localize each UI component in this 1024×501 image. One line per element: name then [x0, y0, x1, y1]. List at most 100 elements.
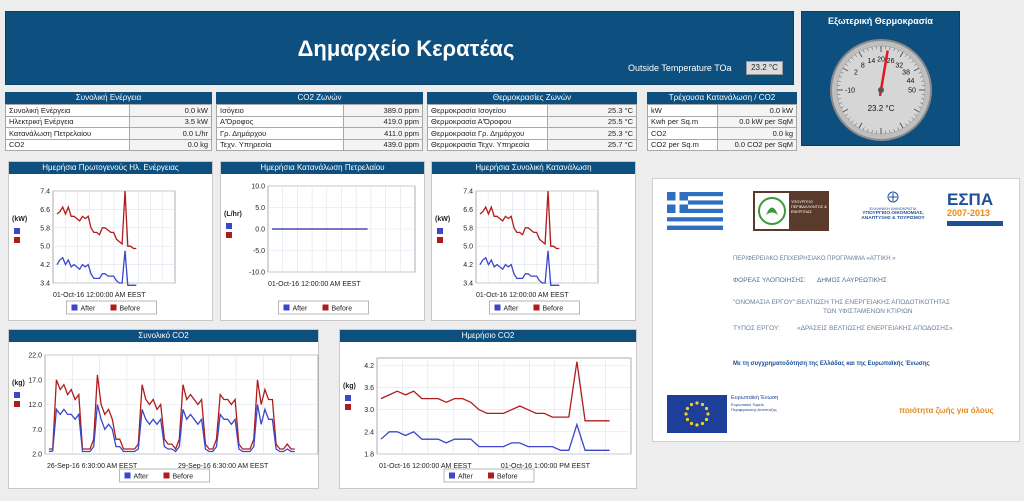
chart-title: Συνολικό CO2 [9, 330, 318, 342]
series-swatch-after [14, 392, 20, 398]
gauge-tick-label: 14 [868, 58, 876, 65]
y-tick-label: 5.8 [463, 225, 473, 232]
row-label: Ισόγειο [216, 104, 344, 117]
y-tick-label: 3.0 [364, 407, 374, 414]
ministry-name: ΥΠΟΥΡΓΕΙΟ ΠΕΡΙΒΑΛΛΟΝΤΟΣ & ΕΝΕΡΓΕΙΑΣ [791, 200, 827, 214]
legend-label-before: Before [543, 306, 564, 313]
implementing-body-value: ΔΗΜΟΣ ΛΑΥΡΕΩΤΙΚΗΣ [817, 277, 887, 284]
row-value: 25.3 °C [547, 127, 637, 140]
daily-co2-chart-panel: Ημερήσιο CO2 4.2 3.6 3.0 2.4 1.8 (kg) 01-Oct-1… [339, 329, 637, 489]
project-name-label: "ΟΝΟΜΑΣΙΑ ΕΡΓΟΥ": [733, 299, 798, 306]
eu-star-icon [695, 423, 699, 427]
row-value: 0.0 L/hr [129, 127, 212, 140]
row-label: Α'Όροφος [216, 115, 344, 128]
table-row: Γρ. Δημάρχου 411.0 ppm [216, 127, 423, 140]
y-axis-label: (L/hr) [224, 211, 242, 218]
y-tick-label: 7.4 [463, 189, 473, 196]
cofunding-note: Με τη συγχρηματοδότηση της Ελλάδας και τ… [733, 361, 930, 367]
y-axis-label: (kW) [435, 216, 450, 223]
outside-temperature-label: Outside Temperature TOa [628, 63, 732, 73]
chart-title: Ημερήσια Πρωτογενούς Ηλ. Ενέργειας [9, 162, 212, 174]
y-tick-label: 4.2 [40, 262, 50, 269]
outside-temperature-value: 23.2 °C [746, 61, 783, 75]
project-name-line1: ΒΕΛΤΙΩΣΗ ΤΗΣ ΕΝΕΡΓΕΙΑΚΗΣ ΑΠΟΔΟΤΙΚΟΤΗΤΑΣ [797, 299, 950, 306]
row-label: Kwh per Sq.m [647, 115, 718, 128]
table-row: kW 0.0 kW [647, 104, 797, 117]
project-info-panel: ΥΠΟΥΡΓΕΙΟ ΠΕΡΙΒΑΛΛΟΝΤΟΣ & ΕΝΕΡΓΕΙΑΣ ΕΛΛΗ… [652, 178, 1020, 442]
row-label: CO2 per Sq.m [647, 138, 718, 151]
legend-swatch-before [533, 304, 540, 311]
legend-label-after: After [134, 474, 149, 481]
row-label: Θερμοκρασία Γρ. Δημάρχου [427, 127, 548, 140]
eu-star-icon [685, 406, 690, 411]
eu-line3: Περιφερειακής Ανάπτυξης [731, 407, 777, 412]
legend-swatch-after [494, 304, 501, 311]
zone-temperatures-panel: Θερμοκρασίες Ζωνών Θερμοκρασία Ισογείου 2… [427, 92, 637, 151]
row-value: 411.0 ppm [343, 127, 423, 140]
table-row: CO2 0.0 kg [5, 138, 212, 151]
eu-star-icon [684, 412, 688, 416]
y-tick-label: 5.0 [40, 244, 50, 251]
y-tick-label: 7.4 [40, 189, 50, 196]
project-type-value: «ΔΡΑΣΕΙΣ ΒΕΛΤΙΩΣΗΣ ΕΝΕΡΓΕΙΑΚΗΣ ΑΠΟΔΟΣΗΣ» [797, 325, 953, 332]
eu-star-icon [700, 421, 705, 426]
implementing-body-label: ΦΟΡΕΑΣ ΥΛΟΠΟΙΗΣΗΣ: [733, 277, 806, 284]
chart-title: Ημερήσιο CO2 [340, 330, 636, 342]
row-value: 25.5 °C [547, 115, 637, 128]
row-label: Θερμοκρασία Ισογείου [427, 104, 548, 117]
eu-line1: Ευρωπαϊκή Ένωση [731, 395, 779, 401]
row-value: 0.0 kW [129, 104, 212, 117]
header-banner: Δημαρχείο Κερατέας Outside Temperature T… [5, 11, 794, 85]
eu-star-icon [685, 417, 690, 422]
row-value: 419.0 ppm [343, 115, 423, 128]
row-value: 0.0 kg [717, 127, 797, 140]
table-row: Kwh per Sq.m 0.0 kW per SqM [647, 115, 797, 128]
table-row: CO2 per Sq.m 0.0 CO2 per SqM [647, 138, 797, 151]
table-row: CO2 0.0 kg [647, 127, 797, 140]
legend-swatch-before [110, 304, 117, 311]
eu-star-icon [704, 406, 709, 411]
y-tick-label: 4.2 [364, 363, 374, 370]
legend-swatch-after [124, 472, 131, 479]
x-tick-label: 01-Oct-16 12:00:00 AM EEST [53, 292, 146, 299]
y-tick-label: 17.0 [28, 377, 42, 384]
y-tick-label: 2.0 [32, 452, 42, 459]
row-label: Θερμοκρασία Τεχν. Υπηρεσία [427, 138, 548, 151]
y-tick-label: 5.0 [463, 244, 473, 251]
legend-swatch-before [322, 304, 329, 311]
y-tick-label: 10.0 [251, 184, 265, 191]
co2-zones-table: Ισόγειο 389.0 ppm Α'Όροφος 419.0 ppm Γρ. Δ… [216, 104, 423, 151]
y-tick-label: 3.6 [364, 385, 374, 392]
total-co2-chart: 22.017.012.07.02.0(kg)26-Sep-16 6:30:00 … [12, 353, 319, 483]
table-row: Τεχν. Υπηρεσία 439.0 ppm [216, 138, 423, 151]
greek-emblem-icon [887, 191, 899, 203]
outside-temperature-gauge-panel: Εξωτερική Θερμοκρασία -10 2 8 20 32 44 50 38 26 1… [801, 11, 960, 146]
current-consumption-table: kW 0.0 kW Kwh per Sq.m 0.0 kW per SqM CO2 0… [647, 104, 797, 151]
total-consumption-chart-panel: Ημερήσια Συνολική Κατανάλωση 7.4 6.6 5.8 5.… [431, 161, 636, 321]
temperature-gauge: -102820324450382614 23.2 °C [830, 39, 932, 141]
row-value: 389.0 ppm [343, 104, 423, 117]
gauge-value-label: 23.2 °C [868, 104, 895, 113]
environment-ministry-logo: ΥΠΟΥΡΓΕΙΟ ΠΕΡΙΒΑΛΛΟΝΤΟΣ & ΕΝΕΡΓΕΙΑΣ [753, 191, 829, 231]
ministry2-line3: ΑΝΑΠΤΥΞΗΣ & ΤΟΥΡΙΣΜΟΥ [861, 216, 925, 221]
table-row: Συνολική Ενέργεια 0.0 kW [5, 104, 212, 117]
eu-star-icon [695, 401, 699, 405]
eu-star-icon [700, 402, 705, 407]
row-label: Θερμοκρασία Α'Όροφου [427, 115, 548, 128]
y-axis-label: (kg) [343, 383, 356, 390]
table-row: Ισόγειο 389.0 ppm [216, 104, 423, 117]
row-value: 3.5 kW [129, 115, 212, 128]
series-swatch-before [226, 232, 232, 238]
espa-years: 2007-2013 [947, 208, 991, 218]
gauge-title: Εξωτερική Θερμοκρασία [828, 16, 933, 26]
y-tick-label: 4.2 [463, 262, 473, 269]
total-energy-panel: Συνολική Ενέργεια Συνολική Ενέργεια 0.0 k… [5, 92, 212, 151]
y-tick-label: 7.0 [32, 427, 42, 434]
x-tick-label: 01-Oct-16 12:00:00 AM EEST [268, 281, 361, 288]
series-swatch-before [345, 404, 351, 410]
table-row: Ηλεκτρική Ενέργεια 3.5 kW [5, 115, 212, 128]
row-value: 25.3 °C [547, 104, 637, 117]
legend-swatch-before [488, 472, 494, 479]
series-swatch-before [14, 237, 20, 243]
legend-label-before: Before [332, 306, 353, 313]
